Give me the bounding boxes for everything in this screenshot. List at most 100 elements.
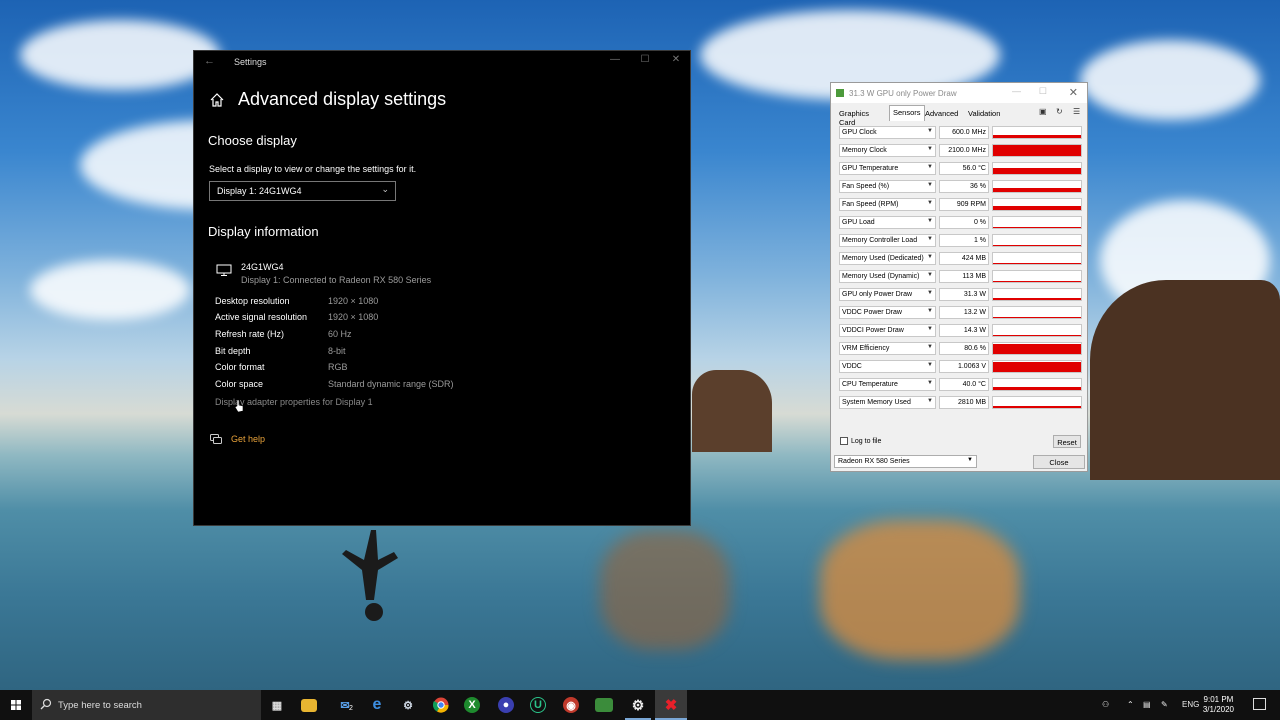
sensor-name: GPU Load bbox=[842, 219, 875, 226]
sensor-name-dropdown[interactable]: Memory Used (Dedicated) ▼ bbox=[839, 252, 936, 265]
red-app-icon[interactable]: ◉ bbox=[563, 697, 579, 713]
sensor-name-dropdown[interactable]: GPU Load ▼ bbox=[839, 216, 936, 229]
minimize-icon[interactable]: — bbox=[600, 54, 630, 65]
taskbar-search-box[interactable]: Type here to search bbox=[32, 690, 261, 720]
tab-advanced[interactable]: Advanced bbox=[922, 107, 961, 120]
sensor-row: Memory Clock ▼ 2100.0 MHz bbox=[839, 144, 1082, 158]
upwork-icon[interactable]: U bbox=[530, 697, 546, 713]
minimize-icon[interactable]: — bbox=[1012, 86, 1021, 96]
tab-sensors[interactable]: Sensors bbox=[889, 105, 925, 121]
chevron-down-icon: ▼ bbox=[927, 380, 933, 386]
close-button[interactable]: Close bbox=[1033, 455, 1085, 469]
sensor-name-dropdown[interactable]: Fan Speed (%) ▼ bbox=[839, 180, 936, 193]
maximize-icon[interactable]: ☐ bbox=[630, 54, 660, 65]
monitor-name: 24G1WG4 bbox=[241, 262, 284, 272]
refresh-icon[interactable]: ↻ bbox=[1056, 107, 1063, 116]
network-icon[interactable]: ▤ bbox=[1143, 700, 1151, 709]
info-label: Active signal resolution bbox=[215, 312, 308, 322]
sensor-value: 80.6 % bbox=[939, 342, 989, 355]
get-help-link[interactable]: Get help bbox=[231, 434, 265, 444]
sensor-name-dropdown[interactable]: VRM Efficiency ▼ bbox=[839, 342, 936, 355]
sensor-name: Memory Used (Dynamic) bbox=[842, 273, 920, 280]
chrome-icon[interactable] bbox=[431, 695, 451, 715]
chevron-down-icon: ▼ bbox=[927, 236, 933, 242]
close-icon[interactable]: ✕ bbox=[661, 54, 691, 65]
chevron-down-icon: ▼ bbox=[927, 254, 933, 260]
sensor-name-dropdown[interactable]: System Memory Used ▼ bbox=[839, 396, 936, 409]
pen-icon[interactable]: ✎ bbox=[1161, 700, 1168, 709]
chevron-down-icon: ▼ bbox=[927, 200, 933, 206]
language-indicator[interactable]: ENG bbox=[1182, 700, 1199, 709]
sensor-name-dropdown[interactable]: Fan Speed (RPM) ▼ bbox=[839, 198, 936, 211]
sensor-graph-fill bbox=[993, 298, 1081, 300]
settings-gear-icon[interactable]: ⚙ bbox=[628, 695, 648, 715]
sensor-name-dropdown[interactable]: Memory Controller Load ▼ bbox=[839, 234, 936, 247]
task-view-icon[interactable]: ▦ bbox=[267, 695, 287, 715]
sensor-value: 31.3 W bbox=[939, 288, 989, 301]
tab-validation[interactable]: Validation bbox=[965, 107, 1003, 120]
media-app-icon[interactable]: ● bbox=[498, 697, 514, 713]
sensor-graph-fill bbox=[993, 206, 1081, 210]
sensor-graph-fill bbox=[993, 227, 1081, 228]
sensor-row: Memory Controller Load ▼ 1 % bbox=[839, 234, 1082, 248]
mail-badge: 2 bbox=[349, 705, 353, 712]
sensor-value: 2810 MB bbox=[939, 396, 989, 409]
sensor-name-dropdown[interactable]: VDDC ▼ bbox=[839, 360, 936, 373]
chevron-down-icon: ▼ bbox=[967, 457, 973, 463]
camera-icon[interactable]: ▣ bbox=[1039, 107, 1047, 116]
sensor-value: 113 MB bbox=[939, 270, 989, 283]
back-arrow-icon[interactable]: ← bbox=[204, 55, 215, 67]
chevron-up-icon[interactable]: ⌃ bbox=[1127, 700, 1134, 709]
close-icon[interactable]: ✕ bbox=[1069, 86, 1078, 99]
sensor-row: GPU only Power Draw ▼ 31.3 W bbox=[839, 288, 1082, 302]
sensor-graph bbox=[992, 144, 1082, 157]
silhouette-figure bbox=[342, 530, 398, 621]
display-select[interactable]: Display 1: 24G1WG4 ⌄ bbox=[209, 181, 396, 201]
sensor-name-dropdown[interactable]: GPU Clock ▼ bbox=[839, 126, 936, 139]
xbox-icon[interactable]: X bbox=[464, 697, 480, 713]
info-value: 1920 × 1080 bbox=[328, 296, 379, 306]
rock bbox=[692, 370, 772, 452]
sensor-graph bbox=[992, 360, 1082, 373]
amd-radeon-icon[interactable]: ✖ bbox=[661, 695, 681, 715]
sensor-graph-fill bbox=[993, 387, 1081, 390]
log-to-file-checkbox[interactable] bbox=[840, 437, 848, 445]
chevron-down-icon: ▼ bbox=[927, 164, 933, 170]
sensor-name: GPU only Power Draw bbox=[842, 291, 913, 298]
action-center-icon[interactable] bbox=[1253, 698, 1266, 710]
rock-reflection bbox=[600, 530, 730, 650]
sensor-name-dropdown[interactable]: GPU only Power Draw ▼ bbox=[839, 288, 936, 301]
windows-start-icon[interactable] bbox=[0, 690, 32, 720]
reset-button[interactable]: Reset bbox=[1053, 435, 1081, 448]
sensor-row: CPU Temperature ▼ 40.0 °C bbox=[839, 378, 1082, 392]
settings-titlebar: ← Settings — ☐ ✕ bbox=[194, 51, 690, 73]
chevron-down-icon: ▼ bbox=[927, 128, 933, 134]
steam-icon[interactable]: ⚙ bbox=[398, 695, 418, 715]
sensor-name-dropdown[interactable]: Memory Used (Dynamic) ▼ bbox=[839, 270, 936, 283]
search-icon bbox=[40, 698, 52, 710]
sensor-name-dropdown[interactable]: GPU Temperature ▼ bbox=[839, 162, 936, 175]
clock[interactable]: 9:01 PM 3/1/2020 bbox=[1203, 695, 1234, 715]
maximize-icon[interactable]: ☐ bbox=[1039, 86, 1047, 97]
sensor-value: 40.0 °C bbox=[939, 378, 989, 391]
sensor-value: 2100.0 MHz bbox=[939, 144, 989, 157]
gpuz-taskbar-icon[interactable] bbox=[595, 698, 613, 712]
file-explorer-icon[interactable] bbox=[301, 699, 317, 712]
sensor-value: 424 MB bbox=[939, 252, 989, 265]
cloud bbox=[20, 20, 220, 90]
sensor-graph bbox=[992, 198, 1082, 211]
edge-icon[interactable]: e bbox=[367, 695, 387, 715]
people-icon[interactable]: ⚇ bbox=[1102, 700, 1109, 709]
sensor-graph bbox=[992, 378, 1082, 391]
sensor-name-dropdown[interactable]: Memory Clock ▼ bbox=[839, 144, 936, 157]
sensor-graph-fill bbox=[993, 344, 1081, 354]
sensor-name-dropdown[interactable]: VDDC Power Draw ▼ bbox=[839, 306, 936, 319]
info-label: Desktop resolution bbox=[215, 296, 290, 306]
sensor-name-dropdown[interactable]: CPU Temperature ▼ bbox=[839, 378, 936, 391]
menu-icon[interactable]: ☰ bbox=[1073, 107, 1080, 116]
home-icon[interactable] bbox=[209, 92, 225, 108]
cloud bbox=[30, 260, 190, 320]
gpu-select[interactable]: Radeon RX 580 Series ▼ bbox=[834, 455, 977, 468]
sensor-name-dropdown[interactable]: VDDCI Power Draw ▼ bbox=[839, 324, 936, 337]
log-to-file-row[interactable]: Log to file bbox=[840, 437, 881, 445]
